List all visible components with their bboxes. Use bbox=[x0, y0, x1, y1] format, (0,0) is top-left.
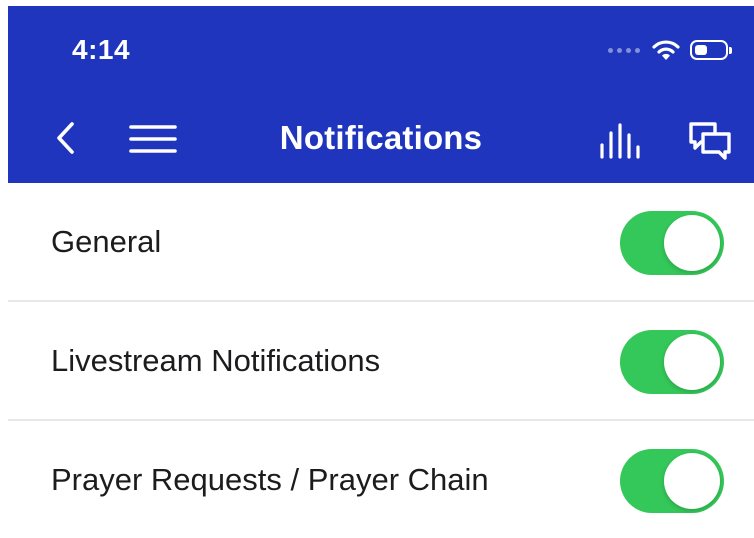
audio-bars-icon[interactable] bbox=[595, 121, 647, 161]
status-time: 4:14 bbox=[72, 34, 131, 65]
app-bar: 4:14 Notifications bbox=[8, 6, 754, 183]
app-screen: 4:14 Notifications General Livestream No… bbox=[8, 6, 754, 538]
setting-label: Prayer Requests / Prayer Chain bbox=[51, 462, 489, 497]
chat-bubbles-icon[interactable] bbox=[687, 118, 733, 162]
battery-icon bbox=[690, 40, 732, 60]
battery-level bbox=[695, 45, 707, 55]
wifi-icon bbox=[652, 40, 680, 60]
setting-row-prayer-requests: Prayer Requests / Prayer Chain bbox=[8, 421, 754, 538]
setting-row-general: General bbox=[8, 183, 754, 302]
setting-label: Livestream Notifications bbox=[51, 343, 381, 378]
prayer-requests-toggle[interactable] bbox=[620, 449, 724, 513]
toggle-knob bbox=[664, 453, 720, 509]
setting-label: General bbox=[51, 224, 162, 259]
livestream-toggle[interactable] bbox=[620, 330, 724, 394]
toggle-knob bbox=[664, 215, 720, 271]
toggle-knob bbox=[664, 334, 720, 390]
setting-row-livestream: Livestream Notifications bbox=[8, 302, 754, 421]
status-icons bbox=[608, 36, 732, 64]
notification-settings-list: General Livestream Notifications Prayer … bbox=[8, 183, 754, 538]
general-toggle[interactable] bbox=[620, 211, 724, 275]
signal-dots-icon bbox=[608, 47, 640, 53]
